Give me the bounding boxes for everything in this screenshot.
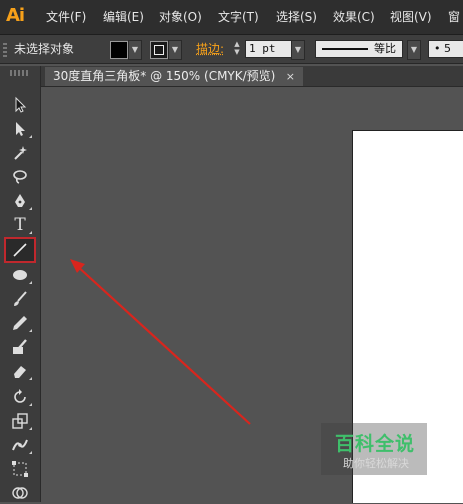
- stroke-profile-line: [322, 48, 368, 50]
- document-tab-title: 30度直角三角板* @ 150% (CMYK/预览): [53, 69, 276, 83]
- line-segment-tool-icon: [13, 243, 27, 257]
- pen-tool-icon: [15, 194, 25, 207]
- ellipse-tool-icon: [13, 270, 27, 280]
- pencil-tool[interactable]: [6, 312, 34, 334]
- brush-size-field[interactable]: • 5: [428, 40, 463, 58]
- blob-brush-tool[interactable]: [6, 336, 34, 358]
- shape-builder-tool-icon: [12, 487, 28, 499]
- menu-effect[interactable]: 效果(C): [333, 0, 375, 34]
- annotation-arrow-shaft: [75, 264, 251, 425]
- fill-dropdown-icon[interactable]: ▼: [128, 40, 142, 60]
- stroke-profile-field[interactable]: 等比: [315, 40, 403, 58]
- paintbrush-tool-icon: [14, 291, 27, 306]
- stroke-dropdown-icon[interactable]: ▼: [168, 40, 182, 60]
- pencil-tool-icon: [13, 316, 27, 330]
- eraser-tool-icon: [14, 366, 26, 378]
- free-transform-tool[interactable]: [6, 458, 34, 480]
- annotation-arrow-head: [70, 259, 85, 273]
- ellipse-tool[interactable]: [6, 264, 34, 286]
- magic-wand-tool-icon: [14, 146, 27, 160]
- menu-bar: Ai 文件(F) 编辑(E) 对象(O) 文字(T) 选择(S) 效果(C) 视…: [0, 0, 463, 35]
- tool-flyout-indicator: [29, 281, 32, 284]
- selection-status: 未选择对象: [14, 42, 75, 56]
- stroke-profile-dropdown-icon[interactable]: ▼: [407, 40, 421, 60]
- document-tab[interactable]: 30度直角三角板* @ 150% (CMYK/预览) ×: [45, 67, 303, 86]
- stroke-swatch[interactable]: [150, 41, 168, 59]
- stroke-profile-label: 等比: [374, 42, 396, 55]
- stroke-swatch-inner: [154, 45, 164, 55]
- control-bar-grip[interactable]: [3, 41, 7, 57]
- document-tab-strip: 30度直角三角板* @ 150% (CMYK/预览) ×: [41, 66, 463, 87]
- tool-flyout-indicator: [29, 207, 32, 210]
- free-transform-tool-icon: [12, 461, 28, 477]
- close-tab-icon[interactable]: ×: [286, 67, 295, 86]
- tools-panel-grip[interactable]: [10, 70, 30, 76]
- tool-flyout-indicator: [29, 135, 32, 138]
- brush-size-label: • 5: [434, 42, 451, 55]
- tools-panel: T: [0, 66, 41, 502]
- stroke-weight-spinner-icon[interactable]: ▲ ▼: [231, 40, 243, 58]
- blob-brush-tool-icon: [13, 339, 27, 354]
- control-bar: 未选择对象 ▼ ▼ 描边: ▲ ▼ 1 pt ▼ 等比 ▼ • 5: [0, 35, 463, 64]
- menu-window[interactable]: 窗: [448, 0, 460, 34]
- scale-tool[interactable]: [6, 410, 34, 432]
- magic-wand-tool[interactable]: [6, 142, 34, 164]
- paintbrush-tool[interactable]: [6, 288, 34, 310]
- rotate-tool[interactable]: [6, 386, 34, 408]
- rotate-tool-icon: [14, 389, 26, 403]
- type-tool-icon: T: [14, 215, 26, 235]
- pen-tool[interactable]: [6, 190, 34, 212]
- scale-tool-icon: [12, 413, 28, 429]
- menu-edit[interactable]: 编辑(E): [103, 0, 144, 34]
- width-tool-icon: [12, 439, 28, 451]
- shape-builder-tool[interactable]: [6, 482, 34, 504]
- tool-flyout-indicator: [29, 427, 32, 430]
- menu-view[interactable]: 视图(V): [390, 0, 432, 34]
- watermark: 百科全说 助你轻松解决: [321, 423, 427, 475]
- tool-flyout-indicator: [29, 231, 32, 234]
- app-logo: Ai: [6, 5, 25, 26]
- line-segment-tool[interactable]: [4, 237, 36, 263]
- tool-flyout-indicator: [29, 329, 32, 332]
- selection-tool[interactable]: [6, 94, 34, 116]
- stroke-weight-field[interactable]: 1 pt: [245, 40, 293, 58]
- eraser-tool[interactable]: [6, 360, 34, 382]
- brush-size-value: 5: [444, 42, 451, 55]
- direct-selection-tool[interactable]: [6, 118, 34, 140]
- selection-tool-icon: [15, 96, 27, 113]
- tool-flyout-indicator: [29, 377, 32, 380]
- fill-swatch[interactable]: [110, 41, 128, 59]
- watermark-subtitle: 助你轻松解决: [343, 457, 409, 470]
- tool-flyout-indicator: [29, 403, 32, 406]
- menu-file[interactable]: 文件(F): [46, 0, 86, 34]
- menu-type[interactable]: 文字(T): [218, 0, 259, 34]
- stroke-label[interactable]: 描边:: [196, 35, 224, 63]
- lasso-tool[interactable]: [6, 166, 34, 188]
- menu-select[interactable]: 选择(S): [276, 0, 317, 34]
- type-tool[interactable]: T: [6, 214, 34, 236]
- menu-object[interactable]: 对象(O): [159, 0, 202, 34]
- watermark-title: 百科全说: [335, 433, 416, 455]
- direct-selection-tool-icon: [16, 122, 25, 136]
- stroke-weight-dropdown-icon[interactable]: ▼: [291, 40, 305, 60]
- lasso-tool-icon: [13, 170, 27, 184]
- width-tool[interactable]: [6, 434, 34, 456]
- tool-flyout-indicator: [29, 451, 32, 454]
